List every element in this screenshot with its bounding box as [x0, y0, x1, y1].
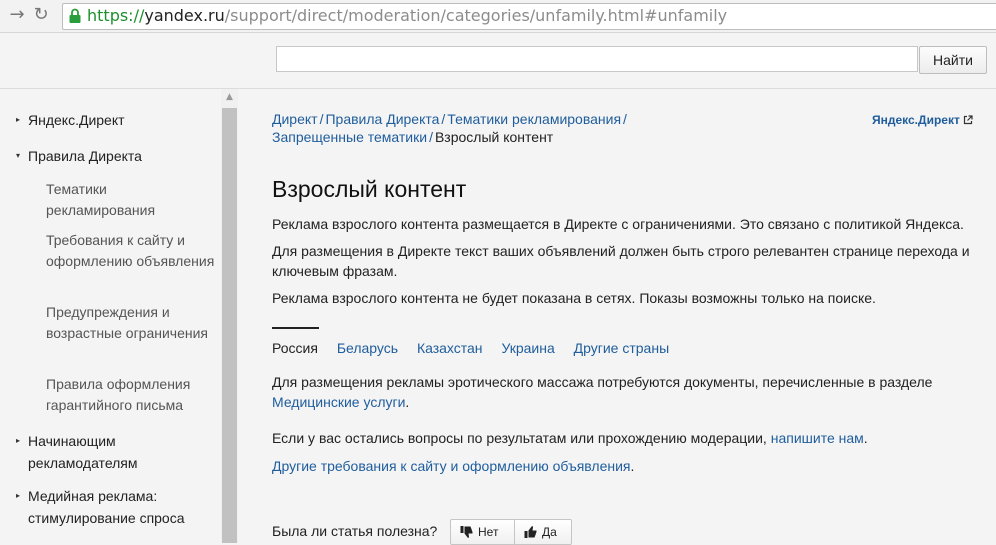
sidebar-subitem-age-warnings[interactable]: Предупреждения и возрастные ограничения — [46, 302, 218, 344]
paragraph-text: Если у вас остались вопросы по результат… — [272, 430, 767, 446]
feedback-no-label: Нет — [478, 525, 499, 539]
sidebar-item-label: Правила Директа — [28, 148, 142, 164]
article-paragraph-6: Другие требования к сайту и оформлению о… — [272, 456, 992, 476]
breadcrumb-link-prohibited[interactable]: Запрещенные тематики — [272, 129, 427, 145]
thumbs-down-icon — [460, 526, 473, 538]
scroll-up-arrow-icon[interactable]: ▲ — [221, 89, 238, 106]
country-tabs: Россия Беларусь Казахстан Украина Другие… — [272, 338, 684, 358]
sidebar-scrollbar[interactable]: ▲ — [221, 89, 238, 543]
breadcrumb-separator: / — [319, 111, 324, 127]
paragraph-text: Для размещения рекламы эротического масс… — [272, 374, 933, 390]
active-tab-indicator — [272, 327, 319, 329]
page-title: Взрослый контент — [272, 176, 467, 202]
sidebar-item-yandex-direct[interactable]: ▸ Яндекс.Директ — [16, 109, 125, 131]
sidebar-item-beginners[interactable]: ▸ Начинающим рекламодателям — [16, 430, 196, 474]
paragraph-end: . — [863, 430, 868, 446]
other-requirements-link[interactable]: Другие требования к сайту и оформлению о… — [272, 458, 631, 474]
article-paragraph-3: Реклама взрослого контента не будет пока… — [272, 290, 876, 306]
medical-services-link[interactable]: Медицинские услуги — [272, 394, 405, 410]
external-link-icon — [963, 115, 973, 125]
search-button[interactable]: Найти — [919, 46, 987, 74]
address-bar[interactable]: https://yandex.ru/support/direct/moderat… — [62, 3, 996, 30]
paragraph-end: . — [405, 394, 410, 410]
breadcrumb-current: Взрослый контент — [434, 129, 554, 145]
tab-other-countries[interactable]: Другие страны — [574, 340, 670, 356]
breadcrumb: Директ / Правила Директа / Тематики рекламир… — [272, 110, 702, 146]
breadcrumb-separator: / — [623, 111, 627, 127]
lock-icon — [69, 8, 81, 23]
external-link-label: Яндекс.Директ — [872, 113, 960, 127]
article-paragraph-4: Для размещения рекламы эротического масс… — [272, 372, 992, 412]
breadcrumb-link-topics[interactable]: Тематики рекламирования — [447, 111, 621, 127]
scroll-thumb[interactable] — [222, 108, 237, 543]
sidebar-item-label: Яндекс.Директ — [28, 112, 125, 128]
breadcrumb-separator: / — [441, 111, 446, 127]
url-host: yandex.ru — [144, 6, 225, 25]
sidebar-nav: ▸ Яндекс.Директ ▾ Правила Директа Темати… — [0, 89, 238, 543]
feedback-question: Была ли статья полезна? — [272, 523, 438, 539]
paragraph-end: . — [630, 458, 635, 474]
sidebar-item-media-ads[interactable]: ▸ Медийная реклама: стимулирование спрос… — [16, 485, 196, 529]
browser-toolbar: → ↻ https://yandex.ru/support/direct/mod… — [0, 0, 996, 33]
article-paragraph-2: Для размещения в Директе текст ваших объ… — [272, 243, 970, 279]
contact-us-link[interactable]: напишите нам — [771, 430, 864, 446]
url-scheme: https:// — [87, 6, 145, 25]
tab-belarus[interactable]: Беларусь — [337, 340, 398, 356]
sidebar-subitem-site-requirements[interactable]: Требования к сайту и оформлению объявлен… — [46, 230, 218, 272]
tab-ukraine[interactable]: Украина — [501, 340, 554, 356]
collapsed-triangle-icon: ▸ — [16, 436, 21, 445]
tab-kazakhstan[interactable]: Казахстан — [417, 340, 483, 356]
breadcrumb-separator: / — [429, 129, 433, 145]
url-path: /support/direct/moderation/categories/un… — [224, 6, 728, 25]
feedback-yes-button[interactable]: Да — [514, 519, 572, 545]
sidebar-item-label: Медийная реклама: стимулирование спроса — [28, 488, 185, 526]
article-paragraph-1: Реклама взрослого контента размещается в… — [272, 216, 964, 232]
breadcrumb-link-direct[interactable]: Директ — [272, 111, 318, 127]
sidebar-subitem-ad-topics[interactable]: Тематики рекламирования — [46, 179, 218, 221]
sidebar-subitem-guarantee-letter[interactable]: Правила оформления гарантийного письма — [46, 374, 218, 416]
feedback-yes-label: Да — [542, 525, 557, 539]
search-input[interactable] — [276, 46, 918, 72]
sidebar-item-direct-rules[interactable]: ▾ Правила Директа — [16, 145, 142, 167]
collapsed-triangle-icon: ▸ — [16, 491, 21, 500]
url-text: https://yandex.ru/support/direct/moderat… — [87, 5, 727, 27]
feedback-no-button[interactable]: Нет — [450, 519, 515, 545]
reload-icon[interactable]: ↻ — [30, 4, 52, 26]
back-arrow-icon[interactable]: → — [6, 4, 28, 26]
collapsed-triangle-icon: ▸ — [16, 115, 21, 124]
thumbs-up-icon — [524, 526, 537, 538]
breadcrumb-link-rules[interactable]: Правила Директа — [325, 111, 439, 127]
expanded-triangle-icon: ▾ — [16, 151, 21, 160]
yandex-direct-external-link[interactable]: Яндекс.Директ — [872, 113, 973, 127]
article-paragraph-5: Если у вас остались вопросы по результат… — [272, 428, 992, 448]
sidebar-item-label: Начинающим рекламодателям — [28, 433, 138, 471]
tab-russia[interactable]: Россия — [272, 340, 318, 356]
